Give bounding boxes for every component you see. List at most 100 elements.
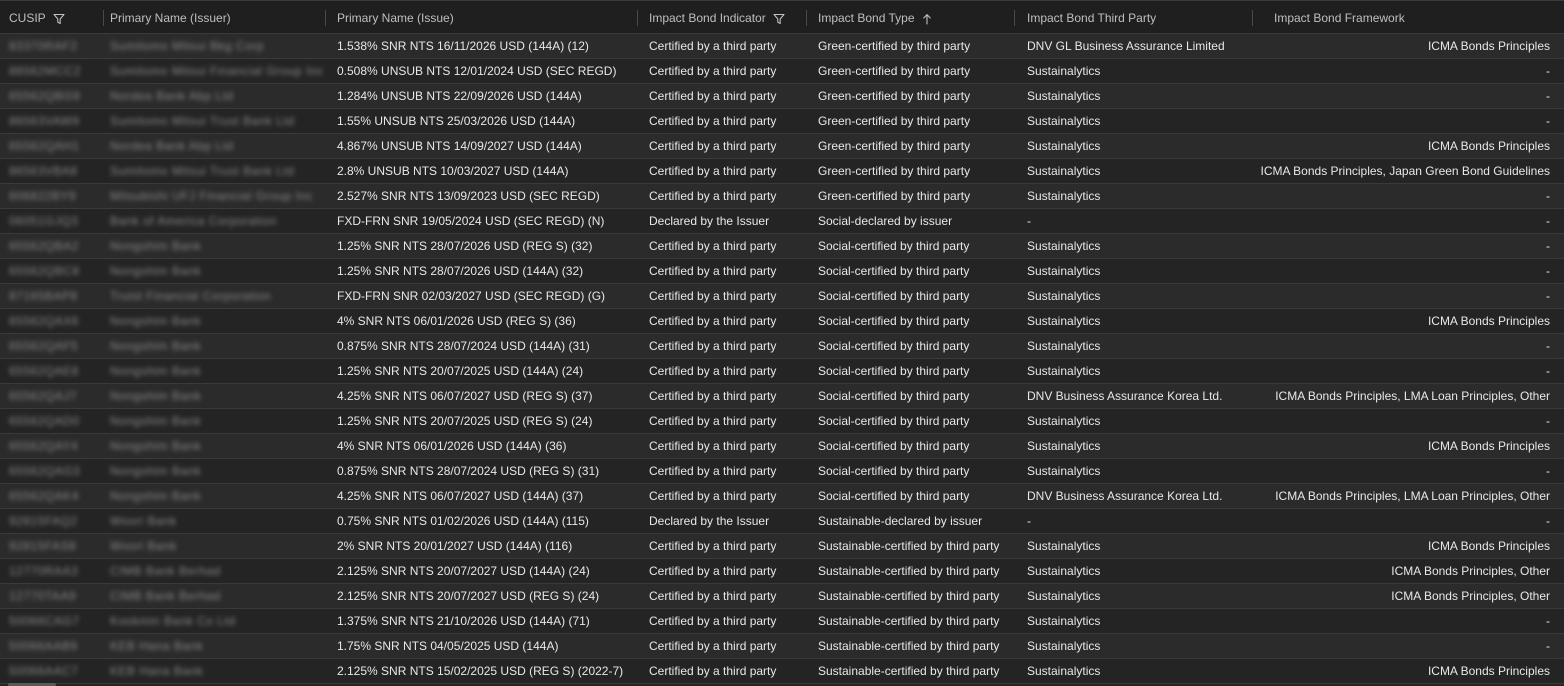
cusip-cell[interactable]: 606822BY9 bbox=[0, 184, 103, 208]
table-row[interactable]: 50066CAG7 Kookmin Bank Co Ltd 1.375% SNR N… bbox=[0, 609, 1564, 634]
issue-name-cell[interactable]: 2.8% UNSUB NTS 10/03/2027 USD (144A) bbox=[325, 159, 637, 183]
table-row[interactable]: 50066AAC7 KEB Hana Bank 2.125% SNR NTS 15/… bbox=[0, 659, 1564, 684]
impact-bond-indicator-cell[interactable]: Certified by a third party bbox=[637, 109, 806, 133]
impact-bond-framework-cell[interactable]: ICMA Bonds Principles bbox=[1252, 659, 1564, 683]
impact-bond-framework-cell[interactable]: ICMA Bonds Principles, LMA Loan Principl… bbox=[1252, 484, 1564, 508]
impact-bond-indicator-cell[interactable]: Certified by a third party bbox=[637, 459, 806, 483]
impact-bond-type-cell[interactable]: Sustainable-certified by third party bbox=[806, 534, 1014, 558]
table-row[interactable]: 86562MCC2 Sumitomo Mitsui Financial Group… bbox=[0, 59, 1564, 84]
issuer-name-cell[interactable]: Mitsubishi UFJ Financial Group Inc bbox=[103, 184, 325, 208]
impact-bond-indicator-cell[interactable]: Certified by a third party bbox=[637, 484, 806, 508]
issuer-name-cell[interactable]: Nongshim Bank bbox=[103, 384, 325, 408]
impact-bond-indicator-cell[interactable]: Certified by a third party bbox=[637, 559, 806, 583]
sort-ascending-arrow-icon[interactable] bbox=[922, 13, 932, 25]
column-header-framework[interactable]: Impact Bond Framework bbox=[1252, 1, 1564, 33]
issuer-name-cell[interactable]: Sumitomo Mitsui Trust Bank Ltd bbox=[103, 159, 325, 183]
issuer-name-cell[interactable]: Nongshim Bank bbox=[103, 234, 325, 258]
impact-bond-indicator-cell[interactable]: Certified by a third party bbox=[637, 359, 806, 383]
impact-bond-third-party-cell[interactable]: Sustainalytics bbox=[1014, 459, 1252, 483]
issue-name-cell[interactable]: 4% SNR NTS 06/01/2026 USD (REG S) (36) bbox=[325, 309, 637, 333]
table-row[interactable]: 06051GJQ3 Bank of America Corporation FXD-… bbox=[0, 209, 1564, 234]
impact-bond-framework-cell[interactable]: ICMA Bonds Principles bbox=[1252, 34, 1564, 58]
impact-bond-type-cell[interactable]: Green-certified by third party bbox=[806, 34, 1014, 58]
issuer-name-cell[interactable]: Truist Financial Corporation bbox=[103, 284, 325, 308]
column-header-cusip[interactable]: CUSIP bbox=[0, 1, 103, 33]
issuer-name-cell[interactable]: Nongshim Bank bbox=[103, 434, 325, 458]
cusip-cell[interactable]: 65562QBG9 bbox=[0, 84, 103, 108]
issue-name-cell[interactable]: 1.538% SNR NTS 16/11/2026 USD (144A) (12… bbox=[325, 34, 637, 58]
impact-bond-type-cell[interactable]: Sustainable-certified by third party bbox=[806, 659, 1014, 683]
impact-bond-type-cell[interactable]: Sustainable-certified by third party bbox=[806, 584, 1014, 608]
impact-bond-framework-cell[interactable]: - bbox=[1252, 609, 1564, 633]
impact-bond-framework-cell[interactable]: ICMA Bonds Principles bbox=[1252, 134, 1564, 158]
issue-name-cell[interactable]: 2.527% SNR NTS 13/09/2023 USD (SEC REGD) bbox=[325, 184, 637, 208]
impact-bond-indicator-cell[interactable]: Certified by a third party bbox=[637, 384, 806, 408]
issuer-name-cell[interactable]: CIMB Bank Berhad bbox=[103, 584, 325, 608]
impact-bond-third-party-cell[interactable]: Sustainalytics bbox=[1014, 559, 1252, 583]
impact-bond-type-cell[interactable]: Social-certified by third party bbox=[806, 259, 1014, 283]
impact-bond-type-cell[interactable]: Green-certified by third party bbox=[806, 59, 1014, 83]
cusip-cell[interactable]: 65562QAX6 bbox=[0, 309, 103, 333]
issuer-name-cell[interactable]: CIMB Bank Berhad bbox=[103, 559, 325, 583]
impact-bond-indicator-cell[interactable]: Certified by a third party bbox=[637, 184, 806, 208]
cusip-cell[interactable]: 65562QBA2 bbox=[0, 234, 103, 258]
impact-bond-framework-cell[interactable]: - bbox=[1252, 359, 1564, 383]
impact-bond-third-party-cell[interactable]: Sustainalytics bbox=[1014, 184, 1252, 208]
issue-name-cell[interactable]: 1.55% UNSUB NTS 25/03/2026 USD (144A) bbox=[325, 109, 637, 133]
impact-bond-third-party-cell[interactable]: Sustainalytics bbox=[1014, 334, 1252, 358]
table-row[interactable]: 65562QAJ7 Nongshim Bank 4.25% SNR NTS 06/0… bbox=[0, 384, 1564, 409]
cusip-cell[interactable]: 65562QAY4 bbox=[0, 434, 103, 458]
issuer-name-cell[interactable]: Sumitomo Mitsui Financial Group Inc bbox=[103, 59, 325, 83]
table-row[interactable]: 65562QAH1 Nordea Bank Abp Ltd 4.867% UNSUB… bbox=[0, 134, 1564, 159]
impact-bond-indicator-cell[interactable]: Certified by a third party bbox=[637, 534, 806, 558]
impact-bond-third-party-cell[interactable]: Sustainalytics bbox=[1014, 609, 1252, 633]
issue-name-cell[interactable]: 1.375% SNR NTS 21/10/2026 USD (144A) (71… bbox=[325, 609, 637, 633]
issue-name-cell[interactable]: 4.867% UNSUB NTS 14/09/2027 USD (144A) bbox=[325, 134, 637, 158]
table-row[interactable]: 65562QAF5 Nongshim Bank 0.875% SNR NTS 28/… bbox=[0, 334, 1564, 359]
impact-bond-indicator-cell[interactable]: Declared by the Issuer bbox=[637, 209, 806, 233]
impact-bond-framework-cell[interactable]: ICMA Bonds Principles bbox=[1252, 309, 1564, 333]
table-row[interactable]: 65562QAK4 Nongshim Bank 4.25% SNR NTS 06/0… bbox=[0, 484, 1564, 509]
issue-name-cell[interactable]: 2.125% SNR NTS 20/07/2027 USD (REG S) (2… bbox=[325, 584, 637, 608]
issuer-name-cell[interactable]: Nongshim Bank bbox=[103, 309, 325, 333]
table-row[interactable]: 12770TAA9 CIMB Bank Berhad 2.125% SNR NTS … bbox=[0, 584, 1564, 609]
impact-bond-third-party-cell[interactable]: Sustainalytics bbox=[1014, 259, 1252, 283]
impact-bond-framework-cell[interactable]: - bbox=[1252, 459, 1564, 483]
issue-name-cell[interactable]: 2.125% SNR NTS 20/07/2027 USD (144A) (24… bbox=[325, 559, 637, 583]
filter-icon[interactable] bbox=[773, 13, 785, 25]
table-row[interactable]: 65562QBC8 Nongshim Bank 1.25% SNR NTS 28/0… bbox=[0, 259, 1564, 284]
cusip-cell[interactable]: 65562QBC8 bbox=[0, 259, 103, 283]
issue-name-cell[interactable]: 1.25% SNR NTS 28/07/2026 USD (REG S) (32… bbox=[325, 234, 637, 258]
impact-bond-type-cell[interactable]: Social-certified by third party bbox=[806, 234, 1014, 258]
cusip-cell[interactable]: 86562MCC2 bbox=[0, 59, 103, 83]
issue-name-cell[interactable]: 1.25% SNR NTS 28/07/2026 USD (144A) (32) bbox=[325, 259, 637, 283]
impact-bond-type-cell[interactable]: Green-certified by third party bbox=[806, 109, 1014, 133]
issue-name-cell[interactable]: 2.125% SNR NTS 15/02/2025 USD (REG S) (2… bbox=[325, 659, 637, 683]
table-row[interactable]: 65562QAE8 Nongshim Bank 1.25% SNR NTS 20/0… bbox=[0, 359, 1564, 384]
impact-bond-indicator-cell[interactable]: Certified by a third party bbox=[637, 284, 806, 308]
impact-bond-indicator-cell[interactable]: Declared by the Issuer bbox=[637, 509, 806, 533]
table-row[interactable]: 50066AAB9 KEB Hana Bank 1.75% SNR NTS 04/0… bbox=[0, 634, 1564, 659]
issue-name-cell[interactable]: 0.875% SNR NTS 28/07/2024 USD (144A) (31… bbox=[325, 334, 637, 358]
issue-name-cell[interactable]: 1.25% SNR NTS 20/07/2025 USD (REG S) (24… bbox=[325, 409, 637, 433]
impact-bond-framework-cell[interactable]: - bbox=[1252, 209, 1564, 233]
impact-bond-third-party-cell[interactable]: Sustainalytics bbox=[1014, 534, 1252, 558]
impact-bond-third-party-cell[interactable]: Sustainalytics bbox=[1014, 59, 1252, 83]
cusip-cell[interactable]: 06051GJQ3 bbox=[0, 209, 103, 233]
issue-name-cell[interactable]: 1.75% SNR NTS 04/05/2025 USD (144A) bbox=[325, 634, 637, 658]
impact-bond-third-party-cell[interactable]: Sustainalytics bbox=[1014, 659, 1252, 683]
cusip-cell[interactable]: 86563VAW9 bbox=[0, 109, 103, 133]
issuer-name-cell[interactable]: Nongshim Bank bbox=[103, 459, 325, 483]
impact-bond-third-party-cell[interactable]: Sustainalytics bbox=[1014, 134, 1252, 158]
column-header-type[interactable]: Impact Bond Type bbox=[806, 1, 1014, 33]
cusip-cell[interactable]: 65562QAJ7 bbox=[0, 384, 103, 408]
table-row[interactable]: 65562QAG3 Nongshim Bank 0.875% SNR NTS 28/… bbox=[0, 459, 1564, 484]
column-header-indicator[interactable]: Impact Bond Indicator bbox=[637, 1, 806, 33]
impact-bond-framework-cell[interactable]: ICMA Bonds Principles bbox=[1252, 534, 1564, 558]
filter-icon[interactable] bbox=[53, 13, 65, 25]
impact-bond-indicator-cell[interactable]: Certified by a third party bbox=[637, 334, 806, 358]
impact-bond-third-party-cell[interactable]: Sustainalytics bbox=[1014, 309, 1252, 333]
impact-bond-type-cell[interactable]: Social-certified by third party bbox=[806, 359, 1014, 383]
issue-name-cell[interactable]: 4% SNR NTS 06/01/2026 USD (144A) (36) bbox=[325, 434, 637, 458]
impact-bond-third-party-cell[interactable]: Sustainalytics bbox=[1014, 409, 1252, 433]
